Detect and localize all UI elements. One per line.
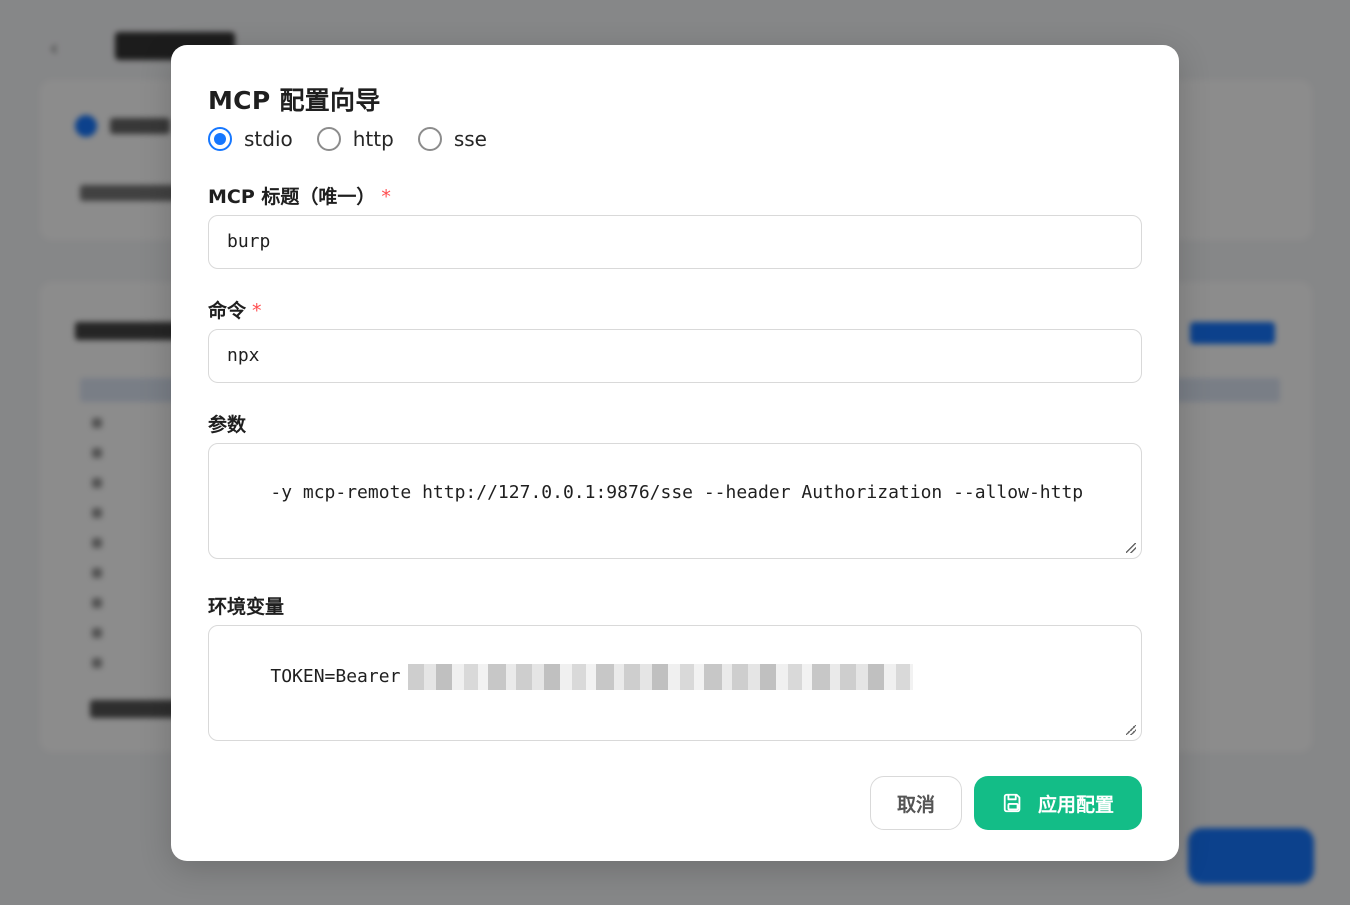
args-value: -y mcp-remote http://127.0.0.1:9876/sse … — [270, 482, 1084, 503]
resize-handle-icon[interactable] — [1126, 725, 1136, 735]
radio-label: sse — [453, 127, 487, 151]
radio-checked-icon — [208, 127, 232, 151]
dialog-title: MCP 配置向导 — [208, 86, 381, 115]
env-value: TOKEN=Bearer — [270, 666, 401, 687]
args-textarea[interactable]: -y mcp-remote http://127.0.0.1:9876/sse … — [208, 443, 1142, 559]
mcp-title-label-text: MCP 标题（唯一） — [208, 186, 376, 208]
radio-label: stdio — [244, 127, 293, 151]
command-input[interactable]: npx — [208, 329, 1142, 383]
resize-handle-icon[interactable] — [1126, 543, 1136, 553]
required-mark: * — [381, 186, 391, 208]
env-textarea[interactable]: TOKEN=Bearer — [208, 625, 1142, 741]
env-label: 环境变量 — [208, 596, 285, 618]
radio-stdio[interactable]: stdio — [208, 127, 293, 151]
mcp-config-wizard-dialog: MCP 配置向导 stdio http sse MCP 标题（唯一） * burp… — [171, 45, 1179, 861]
apply-button-label: 应用配置 — [1037, 793, 1114, 816]
save-icon — [1003, 793, 1021, 813]
cancel-button-label: 取消 — [896, 793, 935, 816]
mcp-title-label: MCP 标题（唯一） * — [208, 182, 391, 209]
apply-config-button[interactable]: 应用配置 — [974, 776, 1142, 830]
args-label: 参数 — [208, 414, 247, 436]
radio-unchecked-icon — [417, 127, 442, 151]
radio-sse[interactable]: sse — [417, 127, 487, 151]
command-label-text: 命令 — [208, 300, 247, 322]
command-value: npx — [227, 345, 260, 366]
transport-radio-group: stdio http sse — [208, 127, 511, 151]
redacted-token — [408, 664, 914, 690]
command-label: 命令 * — [208, 296, 262, 323]
radio-label: http — [352, 127, 394, 151]
mcp-title-input[interactable]: burp — [208, 215, 1142, 269]
cancel-button[interactable]: 取消 — [870, 776, 962, 830]
radio-http[interactable]: http — [316, 127, 394, 151]
mcp-title-value: burp — [227, 231, 271, 252]
required-mark: * — [252, 300, 262, 322]
radio-unchecked-icon — [316, 127, 341, 151]
